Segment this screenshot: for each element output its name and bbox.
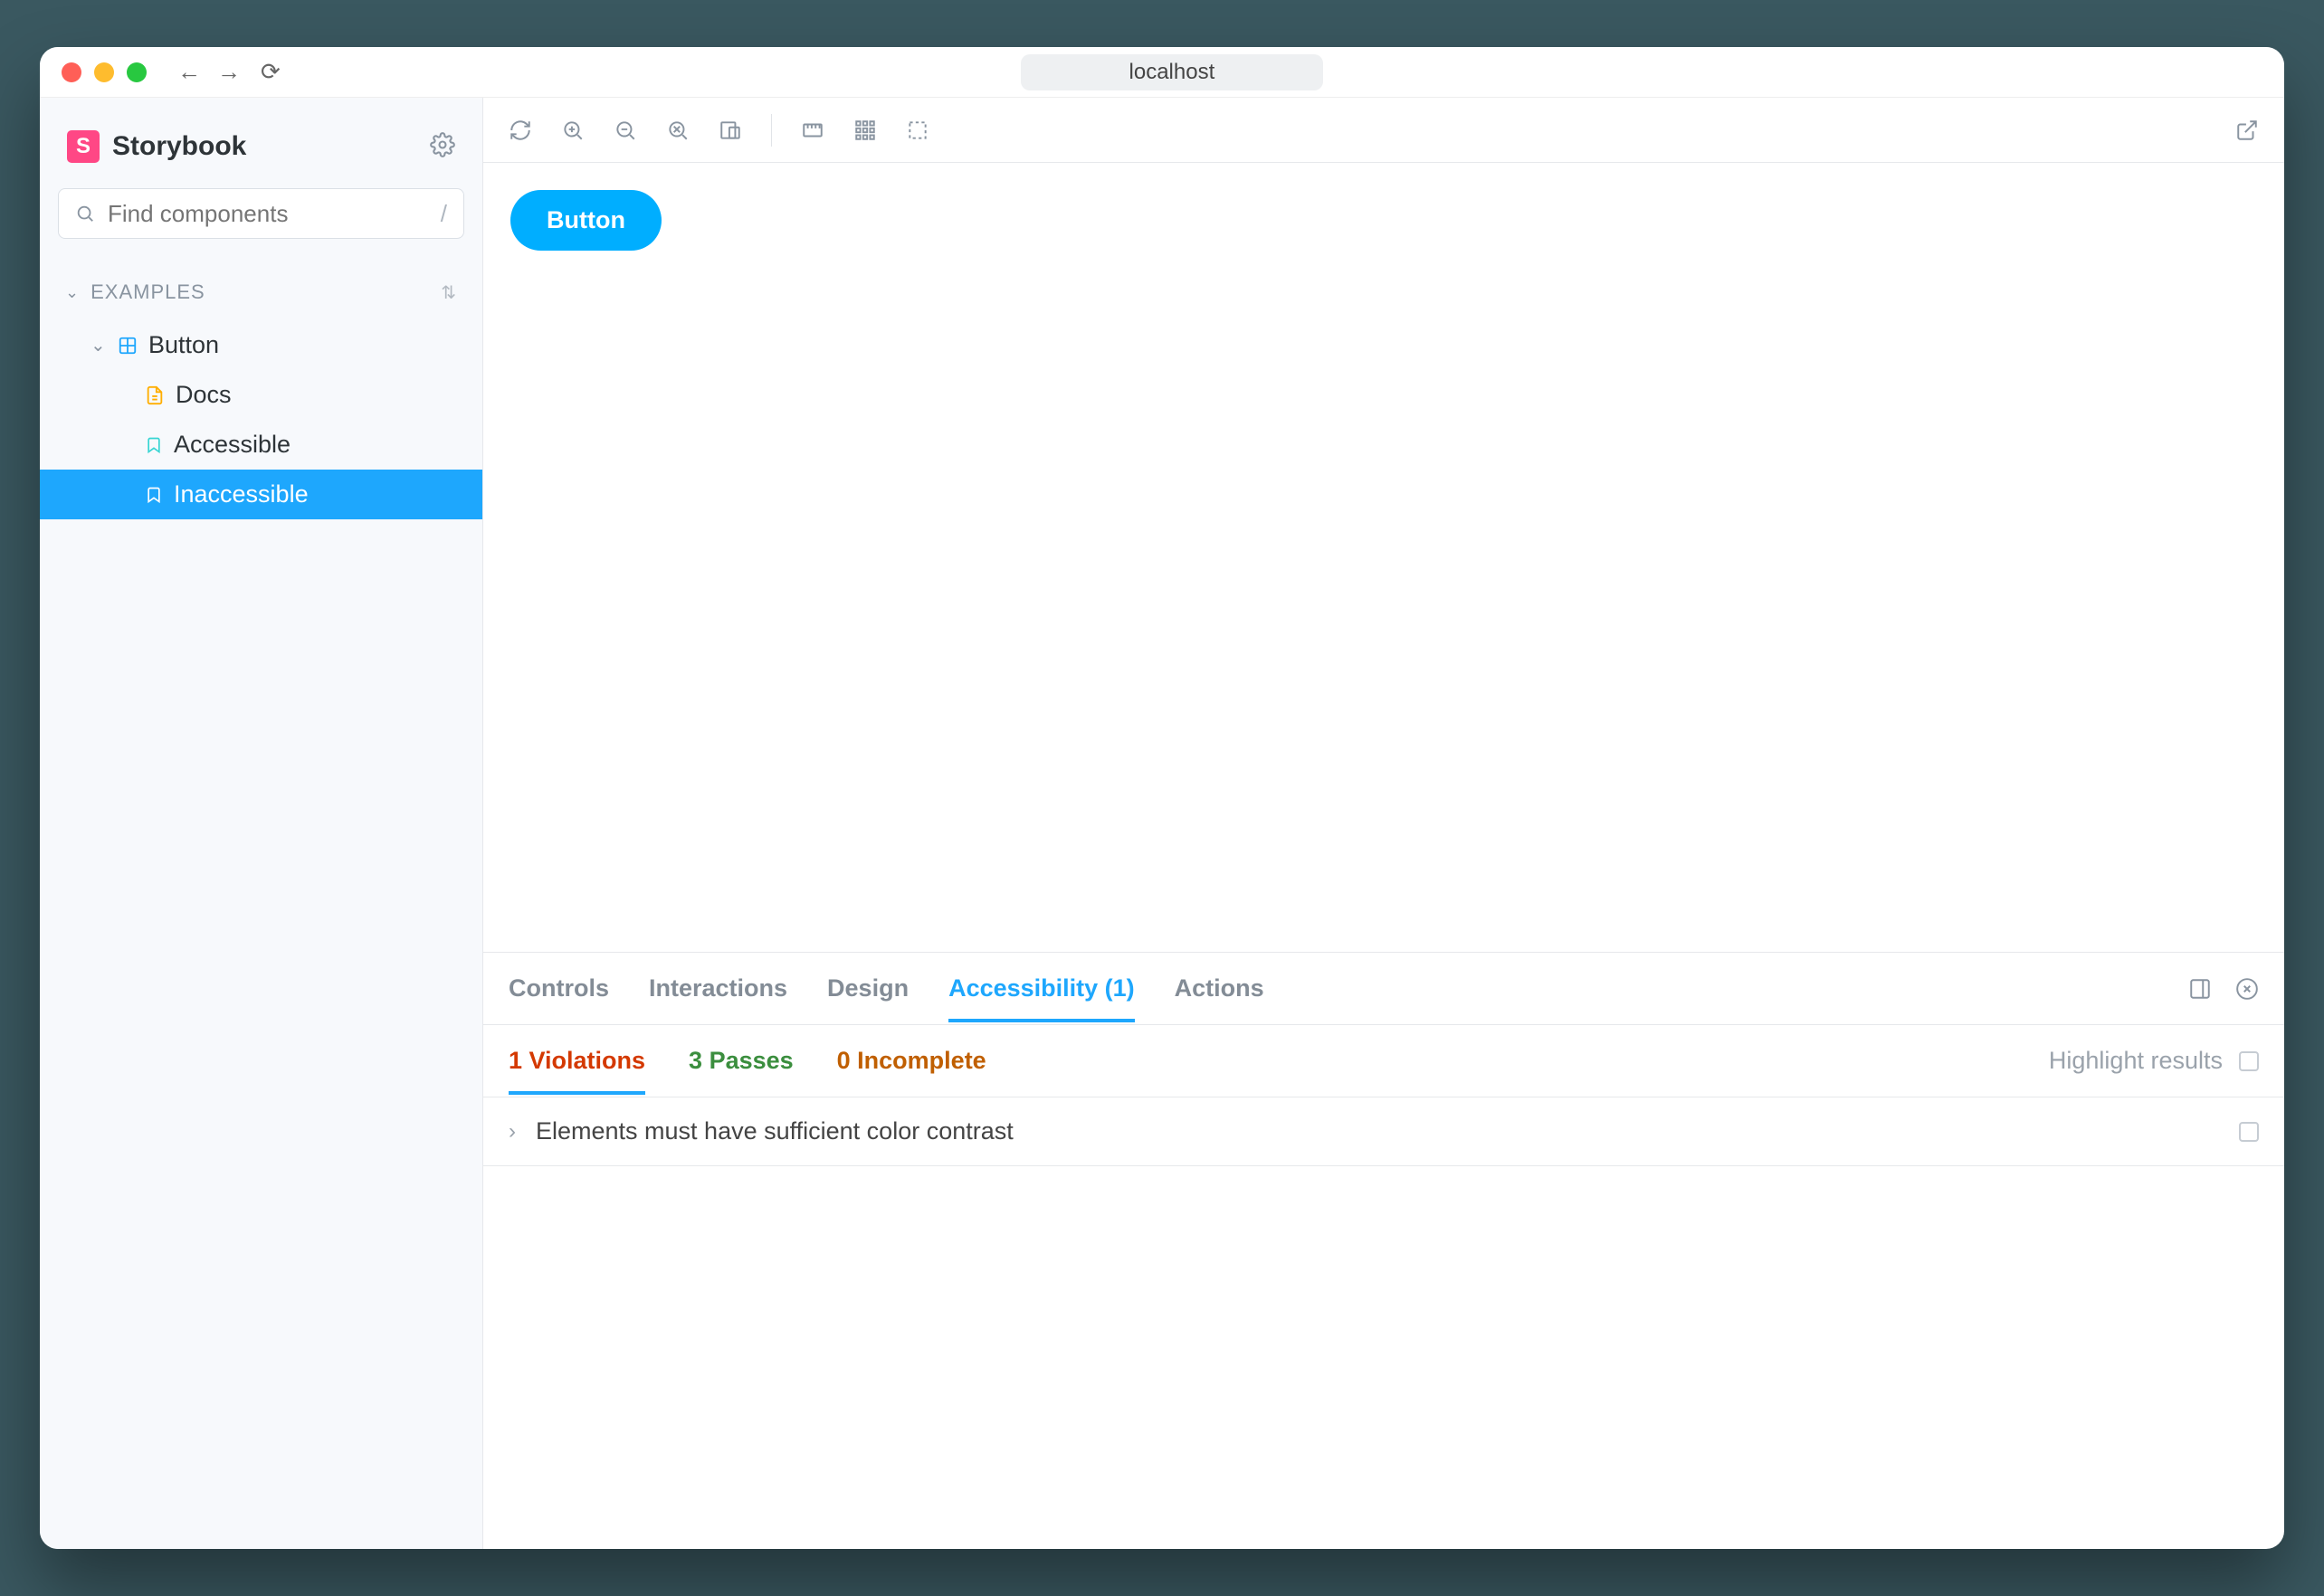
storybook-logo-icon: S [67,130,100,163]
tab-accessibility[interactable]: Accessibility (1) [948,955,1135,1022]
addons-tabs: Controls Interactions Design Accessibili… [483,953,2284,1025]
addons-panel: Controls Interactions Design Accessibili… [483,952,2284,1549]
search-input[interactable]: / [58,188,464,239]
tree-label: Docs [176,381,232,409]
highlight-results-checkbox[interactable] [2239,1051,2259,1071]
tab-design[interactable]: Design [827,955,909,1022]
document-icon [145,385,165,405]
nav-arrows: ← → [177,58,241,86]
violation-item[interactable]: › Elements must have sufficient color co… [483,1097,2284,1166]
grid-icon[interactable] [853,119,877,142]
expand-collapse-icon[interactable]: ⇅ [441,281,457,304]
sidebar-section-examples[interactable]: ⌄ Examples ⇅ [40,264,482,320]
forward-icon[interactable]: → [217,58,241,86]
sync-icon[interactable] [509,119,532,142]
subtab-passes[interactable]: 3 Passes [689,1047,794,1075]
url-bar[interactable]: localhost [1021,54,1324,90]
sidebar-item-inaccessible[interactable]: Inaccessible [40,470,482,519]
tab-controls[interactable]: Controls [509,955,609,1022]
window-controls [62,62,147,82]
subtab-incomplete[interactable]: 0 Incomplete [837,1047,986,1075]
close-window-icon[interactable] [62,62,81,82]
tab-actions[interactable]: Actions [1175,955,1264,1022]
search-icon [75,204,95,223]
search-field[interactable] [108,200,428,228]
chevron-right-icon[interactable]: › [509,1119,516,1145]
logo[interactable]: S Storybook [67,130,246,163]
open-external-icon[interactable] [2235,119,2259,142]
search-shortcut-hint: / [441,200,447,228]
main-panel: Button Controls Interactions Design Acce… [483,98,2284,1549]
bookmark-icon [145,435,163,455]
tab-interactions[interactable]: Interactions [649,955,787,1022]
zoom-out-icon[interactable] [614,119,637,142]
story-canvas: Button [483,163,2284,952]
tree-label: Button [148,331,219,359]
tree-label: Inaccessible [174,480,309,508]
tree-label: Accessible [174,431,290,459]
chevron-down-icon: ⌄ [65,283,80,302]
sidebar: S Storybook / ⌄ Examples ⇅ [40,98,483,1549]
subtab-violations[interactable]: 1 Violations [509,1027,645,1095]
reload-icon[interactable]: ⟳ [261,58,281,86]
canvas-toolbar [483,98,2284,163]
violation-title: Elements must have sufficient color cont… [536,1117,1014,1145]
highlight-results-label: Highlight results [2049,1047,2223,1075]
back-icon[interactable]: ← [177,58,201,86]
browser-window: ← → ⟳ localhost S Storybook / [40,47,2284,1549]
zoom-in-icon[interactable] [561,119,585,142]
section-label: Examples [90,280,205,304]
zoom-reset-icon[interactable] [666,119,690,142]
outline-icon[interactable] [906,119,929,142]
bookmark-icon [145,485,163,505]
violation-checkbox[interactable] [2239,1122,2259,1142]
logo-text: Storybook [112,131,246,162]
gear-icon[interactable] [430,132,455,162]
ruler-icon[interactable] [801,119,824,142]
maximize-window-icon[interactable] [127,62,147,82]
sidebar-item-docs[interactable]: Docs [40,370,482,420]
close-panel-icon[interactable] [2235,977,2259,1001]
sidebar-item-accessible[interactable]: Accessible [40,420,482,470]
chevron-down-icon: ⌄ [90,334,107,356]
demo-button[interactable]: Button [510,190,662,251]
a11y-subtabs: 1 Violations 3 Passes 0 Incomplete Highl… [483,1025,2284,1097]
viewport-icon[interactable] [719,119,742,142]
panel-position-icon[interactable] [2188,977,2212,1001]
titlebar: ← → ⟳ localhost [40,47,2284,98]
component-icon [118,336,138,356]
toolbar-divider [771,114,772,147]
sidebar-item-button[interactable]: ⌄ Button [40,320,482,370]
minimize-window-icon[interactable] [94,62,114,82]
